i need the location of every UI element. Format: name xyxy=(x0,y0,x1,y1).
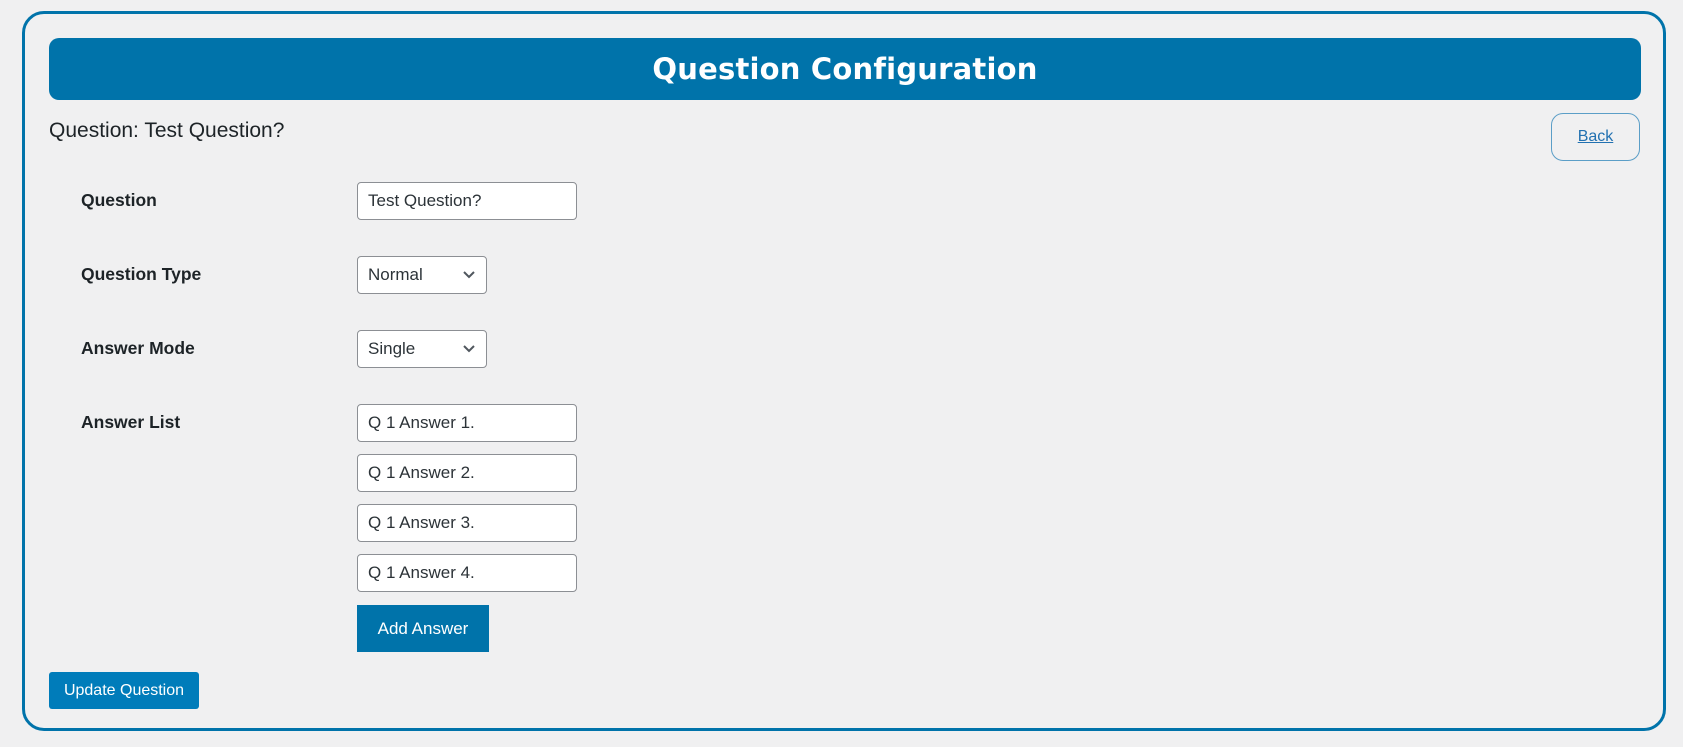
chevron-down-icon xyxy=(462,342,476,356)
question-type-label: Question Type xyxy=(81,264,202,284)
page-title: Question Configuration xyxy=(652,52,1038,86)
answer-input[interactable] xyxy=(357,554,577,592)
back-button[interactable]: Back xyxy=(1551,113,1640,161)
question-label: Question xyxy=(81,190,157,210)
question-type-value: Normal xyxy=(368,265,423,284)
answer-mode-select[interactable]: Single xyxy=(357,330,487,368)
add-answer-button[interactable]: Add Answer xyxy=(357,605,489,652)
answer-mode-value: Single xyxy=(368,339,416,358)
answer-list-label: Answer List xyxy=(81,412,181,432)
question-subtitle: Question: Test Question? xyxy=(49,119,285,142)
answer-input[interactable] xyxy=(357,504,577,542)
back-link[interactable]: Back xyxy=(1578,128,1614,146)
page-header: Question Configuration xyxy=(49,38,1641,100)
question-input[interactable] xyxy=(357,182,577,220)
update-question-button[interactable]: Update Question xyxy=(49,672,199,709)
answer-mode-label: Answer Mode xyxy=(81,338,195,358)
chevron-down-icon xyxy=(462,268,476,282)
question-type-select[interactable]: Normal xyxy=(357,256,487,294)
answer-input[interactable] xyxy=(357,404,577,442)
answer-input[interactable] xyxy=(357,454,577,492)
